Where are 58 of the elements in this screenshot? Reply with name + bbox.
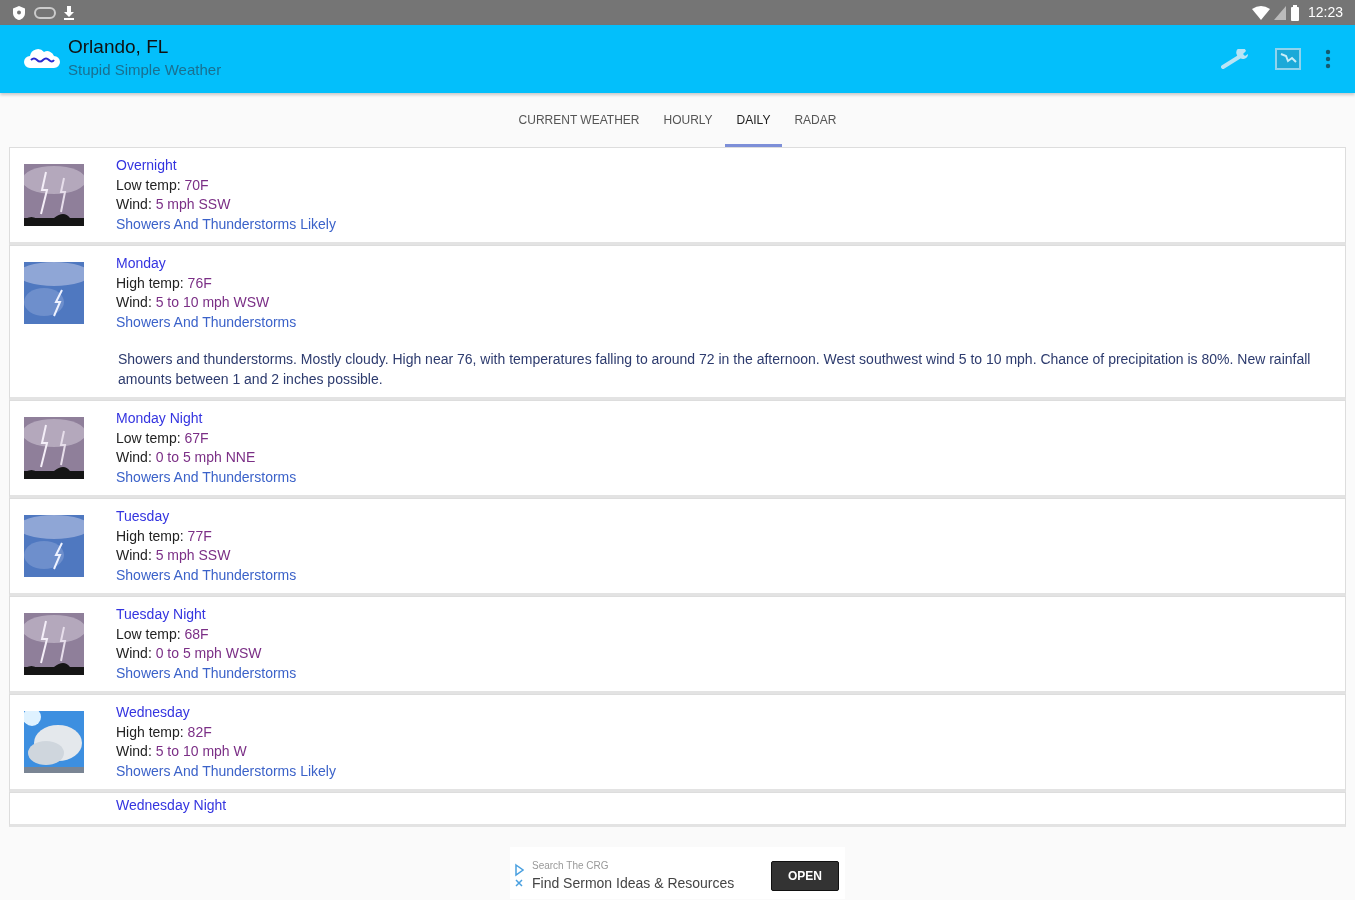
wind-label: Wind:	[116, 449, 152, 465]
ad-headline: Find Sermon Ideas & Resources	[532, 874, 735, 893]
temp-label: Low temp:	[116, 176, 181, 193]
wind-value: 5 mph SSW	[155, 196, 231, 212]
clock-time: 12:23	[1307, 3, 1343, 22]
map-icon[interactable]	[1275, 48, 1301, 70]
condition-text: Showers And Thunderstorms	[116, 565, 297, 585]
temp-value: 70F	[184, 176, 209, 193]
period-title: Monday	[116, 254, 167, 273]
wrench-icon[interactable]	[1221, 49, 1251, 69]
wind-label: Wind:	[116, 547, 152, 563]
wind-label: Wind:	[116, 196, 152, 212]
signal-icon	[1273, 5, 1286, 20]
wind-label: Wind:	[116, 645, 152, 661]
period-title: Wednesday	[116, 703, 191, 722]
temp-label: High temp:	[116, 723, 184, 740]
wind-label: Wind:	[116, 743, 152, 759]
app-subtitle: Stupid Simple Weather	[68, 60, 222, 81]
period-title: Tuesday Night	[116, 605, 207, 624]
wind-value: 5 to 10 mph WSW	[155, 294, 270, 310]
app-title: Orlando, FL	[68, 36, 170, 60]
condition-text: Showers And Thunderstorms	[116, 467, 297, 487]
period-title: Monday Night	[116, 409, 204, 428]
ad-kicker: Search The CRG	[532, 859, 610, 873]
tab[interactable]: HOURLY	[651, 95, 725, 147]
condition-text: Showers And Thunderstorms Likely	[116, 761, 336, 781]
period-title: Wednesday Night	[116, 796, 227, 816]
condition-text: Showers And Thunderstorms	[116, 312, 297, 332]
temp-value: 77F	[187, 527, 212, 544]
cloud-logo-icon	[24, 48, 60, 70]
battery-icon	[1289, 4, 1300, 21]
forecast-description: Showers and thunderstorms. Mostly cloudy. High near 76, with temperatures falling to around 72 in the afternoon. West southwest wind 5 to 10 mph. Chance of precipitation is 80%. New rainfall amounts between 1 and 2 inches possible.	[117, 350, 1312, 389]
temp-label: Low temp:	[116, 429, 181, 446]
wind-label: Wind:	[116, 294, 152, 310]
period-title: Overnight	[116, 156, 178, 175]
temp-value: 67F	[184, 429, 209, 446]
period-title: Tuesday	[116, 507, 171, 526]
ad-choices-icon[interactable]	[514, 863, 524, 889]
temp-label: High temp:	[116, 274, 184, 291]
open-button[interactable]: OPEN	[771, 861, 839, 891]
tab[interactable]: RADAR	[782, 95, 849, 147]
wind-value: 5 to 10 mph W	[155, 743, 247, 759]
more-options-icon[interactable]	[1325, 49, 1331, 69]
temp-value: 76F	[187, 274, 212, 291]
wind-value: 0 to 5 mph WSW	[155, 645, 262, 661]
condition-text: Showers And Thunderstorms Likely	[116, 214, 336, 234]
gamepad-icon	[34, 5, 56, 20]
wifi-icon	[1251, 5, 1270, 20]
shield-icon	[12, 4, 26, 21]
temp-label: High temp:	[116, 527, 184, 544]
condition-text: Showers And Thunderstorms	[116, 663, 297, 683]
temp-value: 82F	[187, 723, 212, 740]
download-icon	[64, 5, 74, 20]
tab[interactable]: CURRENT WEATHER	[506, 95, 652, 147]
wind-value: 5 mph SSW	[155, 547, 231, 563]
temp-value: 68F	[184, 625, 209, 642]
temp-label: Low temp:	[116, 625, 181, 642]
wind-value: 0 to 5 mph NNE	[155, 449, 256, 465]
